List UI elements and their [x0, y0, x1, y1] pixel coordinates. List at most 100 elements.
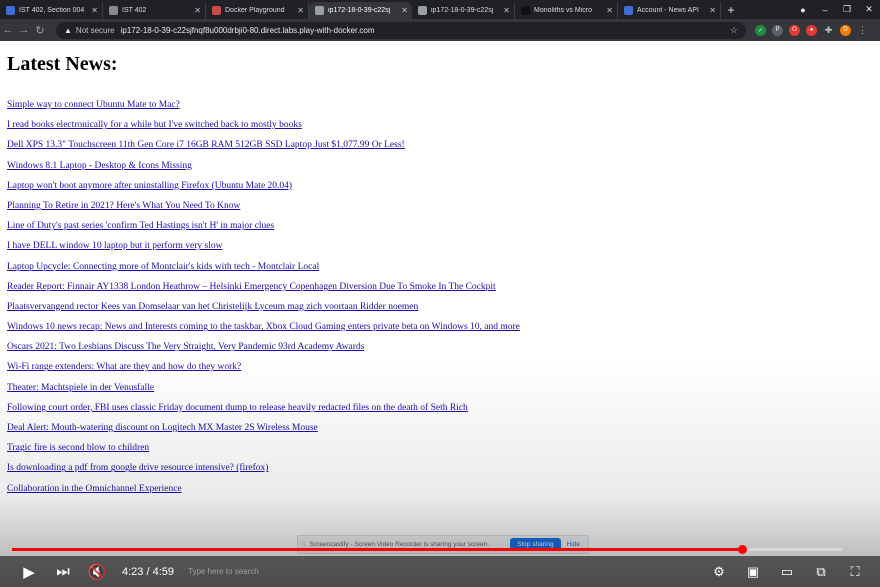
forward-icon[interactable]: → — [16, 24, 32, 36]
extensions-puzzle-icon[interactable]: ✚ — [823, 25, 834, 36]
share-message: Screencastify - Screen Video Recorder is… — [309, 541, 490, 548]
theater-mode-icon[interactable]: ▭ — [770, 564, 804, 580]
screen-share-bar: ⁞⁞ Screencastify - Screen Video Recorder… — [297, 535, 589, 554]
news-item: Wi-Fi range extenders: What are they and… — [7, 359, 520, 379]
restore-icon[interactable]: ❐ — [836, 4, 858, 15]
news-link[interactable]: Is downloading a pdf from google drive r… — [7, 463, 268, 473]
tab-favicon-icon — [109, 6, 118, 15]
news-link[interactable]: Windows 8.1 Laptop - Desktop & Icons Mis… — [7, 161, 192, 171]
news-link[interactable]: Laptop Upcycle: Connecting more of Montc… — [7, 262, 319, 272]
address-bar[interactable]: ▲ Not secure ip172-18-0-39-c22sjfnqf8u00… — [56, 21, 746, 39]
browser-tab[interactable]: ip172-18-0-39-c22sj ✕ — [412, 2, 515, 19]
news-link[interactable]: Following court order, FBI uses classic … — [7, 403, 468, 413]
news-item: Dell XPS 13.3" Touchscreen 11th Gen Core… — [7, 137, 520, 157]
news-link[interactable]: Simple way to connect Ubuntu Mate to Mac… — [7, 100, 180, 110]
tab-close-icon[interactable]: ✕ — [709, 6, 716, 15]
news-item: Is downloading a pdf from google drive r… — [7, 460, 520, 480]
tab-favicon-icon — [521, 6, 530, 15]
news-item: Laptop won't boot anymore after uninstal… — [7, 178, 520, 198]
extension-check-icon[interactable]: ✓ — [755, 24, 766, 36]
tab-title: Account - News API — [637, 7, 699, 14]
extensions-area: ✓ P O ● ✚ D ⋮ — [752, 24, 871, 36]
warning-icon[interactable]: ▲ — [64, 26, 72, 35]
tab-favicon-icon — [624, 6, 633, 15]
news-item: Windows 10 news recap: News and Interest… — [7, 319, 520, 339]
news-item: Collaboration in the Omnichannel Experie… — [7, 481, 520, 501]
close-window-icon[interactable]: ✕ — [858, 4, 880, 15]
browser-tab[interactable]: ip172-18-0-39-c22sj ✕ — [309, 2, 412, 19]
player-right-controls: ⚙ ▣ ▭ ⧉ ⛶ — [702, 564, 880, 580]
tab-close-icon[interactable]: ✕ — [297, 6, 304, 15]
next-icon[interactable]: ⏭ — [46, 563, 80, 580]
profile-icon[interactable]: ● — [792, 5, 814, 15]
tab-close-icon[interactable]: ✕ — [401, 6, 408, 15]
tab-close-icon[interactable]: ✕ — [606, 6, 613, 15]
news-link[interactable]: Theater: Machtspiele in der Venusfalle — [7, 383, 154, 393]
fullscreen-icon[interactable]: ⛶ — [838, 564, 872, 580]
tab-favicon-icon — [212, 6, 221, 15]
drag-grip-icon[interactable]: ⁞⁞ — [302, 541, 306, 548]
minimize-icon[interactable]: – — [814, 5, 836, 15]
tab-close-icon[interactable]: ✕ — [91, 6, 98, 15]
browser-tab[interactable]: Docker Playground ✕ — [206, 2, 309, 19]
tab-close-icon[interactable]: ✕ — [194, 6, 201, 15]
miniplayer-icon[interactable]: ▣ — [736, 564, 770, 580]
news-item: Tragic fire is second blow to children — [7, 440, 520, 460]
more-menu-icon[interactable]: ⋮ — [857, 25, 868, 36]
news-link[interactable]: Planning To Retire in 2021? Here's What … — [7, 201, 240, 211]
mute-icon[interactable]: 🔇 — [80, 563, 114, 581]
tab-title: Monoliths vs Micro — [534, 7, 592, 14]
news-item: Deal Alert: Mouth-watering discount on L… — [7, 420, 520, 440]
news-link[interactable]: Tragic fire is second blow to children — [7, 443, 149, 453]
browser-tab-strip: IST 402, Section 004 ✕ IST 402 ✕ Docker Play… — [0, 0, 880, 19]
hide-button[interactable]: Hide — [567, 541, 580, 548]
security-label: Not secure — [75, 25, 115, 35]
new-tab-button[interactable]: + — [721, 2, 741, 19]
news-item: Oscars 2021: Two Lesbians Discuss The Ve… — [7, 339, 520, 359]
news-item: Windows 8.1 Laptop - Desktop & Icons Mis… — [7, 158, 520, 178]
news-link[interactable]: I have DELL window 10 laptop but it perf… — [7, 241, 222, 251]
news-link[interactable]: Deal Alert: Mouth-watering discount on L… — [7, 423, 318, 433]
video-progress-bar[interactable] — [12, 545, 842, 554]
news-link[interactable]: Wi-Fi range extenders: What are they and… — [7, 362, 241, 372]
settings-gear-icon[interactable]: ⚙ — [702, 564, 736, 580]
browser-tab[interactable]: Monoliths vs Micro ✕ — [515, 2, 618, 19]
tab-favicon-icon — [315, 6, 324, 15]
news-link[interactable]: I read books electronically for a while … — [7, 120, 302, 130]
window-controls: ● – ❐ ✕ — [792, 0, 880, 19]
tab-favicon-icon — [418, 6, 427, 15]
news-link[interactable]: Dell XPS 13.3" Touchscreen 11th Gen Core… — [7, 140, 405, 150]
news-item: I have DELL window 10 laptop but it perf… — [7, 238, 520, 258]
tab-close-icon[interactable]: ✕ — [503, 6, 510, 15]
news-link[interactable]: Collaboration in the Omnichannel Experie… — [7, 484, 182, 494]
url-text: ip172-18-0-39-c22sjfnqf8u000drbji0-80.di… — [120, 25, 375, 35]
tab-title: ip172-18-0-39-c22sj — [328, 7, 391, 14]
browser-tab[interactable]: IST 402 ✕ — [103, 2, 206, 19]
time-display: 4:23 / 4:59 — [122, 565, 174, 578]
news-link[interactable]: Oscars 2021: Two Lesbians Discuss The Ve… — [7, 342, 364, 352]
news-item: Simple way to connect Ubuntu Mate to Mac… — [7, 97, 520, 117]
bookmark-star-icon[interactable]: ☆ — [730, 25, 738, 36]
news-item: Theater: Machtspiele in der Venusfalle — [7, 380, 520, 400]
taskbar-search-ghost: Type here to search — [188, 567, 259, 576]
extension-opera-icon[interactable]: O — [789, 24, 800, 36]
play-icon[interactable]: ▶ — [12, 563, 46, 581]
news-item: Planning To Retire in 2021? Here's What … — [7, 198, 520, 218]
news-link[interactable]: Laptop won't boot anymore after uninstal… — [7, 181, 292, 191]
news-link[interactable]: Plaatsvervangend rector Kees van Domsela… — [7, 302, 418, 312]
news-link[interactable]: Windows 10 news recap: News and Interest… — [7, 322, 520, 332]
player-controls: ▶ ⏭ 🔇 4:23 / 4:59 Type here to search ⚙ … — [0, 556, 880, 587]
news-item: I read books electronically for a while … — [7, 117, 520, 137]
news-item: Plaatsvervangend rector Kees van Domsela… — [7, 299, 520, 319]
news-link[interactable]: Line of Duty's past series 'confirm Ted … — [7, 221, 274, 231]
reload-icon[interactable]: ↻ — [32, 24, 48, 37]
news-item: Reader Report: Finnair AY1338 London Hea… — [7, 279, 520, 299]
back-icon[interactable]: ← — [0, 24, 16, 36]
extension-p-icon[interactable]: P — [772, 24, 783, 36]
browser-tab[interactable]: Account - News API ✕ — [618, 2, 721, 19]
profile-avatar[interactable]: D — [840, 24, 851, 36]
extension-screencastify-icon[interactable]: ● — [806, 24, 817, 36]
cast-icon[interactable]: ⧉ — [804, 564, 838, 580]
browser-tab[interactable]: IST 402, Section 004 ✕ — [0, 2, 103, 19]
news-link[interactable]: Reader Report: Finnair AY1338 London Hea… — [7, 282, 496, 292]
